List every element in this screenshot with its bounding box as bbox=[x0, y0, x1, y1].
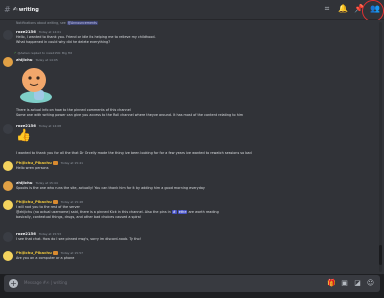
timestamp: Today at 15:41 bbox=[60, 161, 84, 165]
message-composer[interactable]: + Message #✍ | writing 🎁 ▣ ◪ ☺ bbox=[4, 275, 380, 292]
composer-tools: 🎁 ▣ ◪ ☺ bbox=[327, 279, 375, 288]
bell-icon[interactable]: 🔔 bbox=[338, 4, 348, 14]
message-text: What happened in could why did he delete… bbox=[16, 40, 111, 44]
channel-topic: Notifications about writing, see @Announ… bbox=[16, 21, 98, 25]
message-author[interactable]: Phijlchu_Pikachu Today at 15:48 bbox=[16, 199, 83, 204]
timestamp: Today at 14:08 bbox=[38, 124, 62, 128]
thumbs-up-emoji: 👍 bbox=[16, 128, 31, 142]
timestamp: Today at 14:05 bbox=[35, 58, 58, 62]
timestamp: Today at 15:48 bbox=[60, 200, 84, 204]
role-badge-icon bbox=[52, 251, 58, 255]
avatar[interactable] bbox=[3, 200, 13, 210]
message-text: Spooks is the one who runs the site, act… bbox=[16, 186, 205, 190]
avatar[interactable] bbox=[3, 124, 13, 134]
channel-header: # ✍ writing ⌗ 🔔 📌 👥 bbox=[0, 0, 384, 22]
channel-mention-pill[interactable]: # bbox=[171, 210, 177, 214]
avatar[interactable] bbox=[3, 181, 13, 191]
plus-icon[interactable]: + bbox=[9, 279, 18, 288]
reply-preview[interactable]: ↱ @Ashen replied to roze2156: Big Hit bbox=[14, 51, 72, 55]
message-input[interactable]: Message #✍ | writing bbox=[24, 280, 67, 285]
avatar[interactable] bbox=[3, 232, 13, 242]
timestamp: Today at 14:01 bbox=[38, 30, 62, 34]
avatar[interactable] bbox=[3, 57, 13, 67]
avatar[interactable] bbox=[3, 30, 13, 40]
timestamp: Today at 15:44 bbox=[35, 181, 58, 185]
channel-emoji: ✍ bbox=[12, 6, 18, 13]
gif-icon[interactable]: ▣ bbox=[340, 279, 349, 288]
message-list: Notifications about writing, see @Announ… bbox=[0, 20, 384, 274]
scrollbar-track[interactable] bbox=[379, 22, 382, 272]
message-text: basically, contextual things, drugs, and… bbox=[16, 215, 141, 219]
message-author[interactable]: zhijichu Today at 15:44 bbox=[16, 180, 58, 185]
scrollbar-thumb[interactable] bbox=[379, 245, 382, 265]
avatar[interactable] bbox=[3, 161, 13, 171]
message-text: @zhijichu (no actual username) said, the… bbox=[16, 210, 219, 214]
timestamp: Today at 15:57 bbox=[60, 251, 84, 255]
message-text: Some one with writing power can give you… bbox=[16, 113, 244, 117]
role-badge-icon bbox=[52, 200, 58, 204]
threads-icon[interactable]: ⌗ bbox=[322, 4, 332, 14]
message-text: There is actual info on how to the pinne… bbox=[16, 108, 131, 112]
channel-mention-pill[interactable]: ethe bbox=[177, 210, 188, 214]
avatar[interactable] bbox=[3, 251, 13, 261]
message-author[interactable]: zhijichu Today at 14:05 bbox=[16, 57, 58, 62]
sticker-icon[interactable]: ◪ bbox=[353, 279, 362, 288]
hash-icon: # bbox=[4, 5, 11, 14]
role-badge-icon bbox=[52, 161, 58, 165]
timestamp: Today at 15:53 bbox=[38, 232, 62, 236]
message-text: I will nod you to the rest of the server bbox=[16, 205, 80, 209]
sticker-image bbox=[20, 68, 52, 103]
channel-name: writing bbox=[18, 6, 39, 13]
message-text: Hello wren persons bbox=[16, 166, 49, 170]
message-author[interactable]: Phijlchu_Pikachu Today at 15:57 bbox=[16, 250, 83, 255]
gift-icon[interactable]: 🎁 bbox=[327, 279, 336, 288]
message-text: I see that chat. How do I see pinned msg… bbox=[16, 237, 141, 241]
emoji-icon[interactable]: ☺ bbox=[366, 279, 375, 288]
highlight-circle bbox=[362, 0, 384, 22]
message-text: Hello, I wanted to thank you. Friend or … bbox=[16, 35, 156, 39]
mention-pill[interactable]: @Announcements bbox=[66, 21, 98, 25]
message-text: I wanted to thank you for all the that D… bbox=[16, 151, 252, 155]
message-author[interactable]: Phijlchu_Pikachu Today at 15:41 bbox=[16, 160, 83, 165]
message-text: Are you on a computer or a phone bbox=[16, 256, 75, 260]
message-author[interactable]: roze2156 Today at 15:53 bbox=[16, 231, 61, 236]
message-author[interactable]: roze2156 Today at 14:01 bbox=[16, 29, 61, 34]
